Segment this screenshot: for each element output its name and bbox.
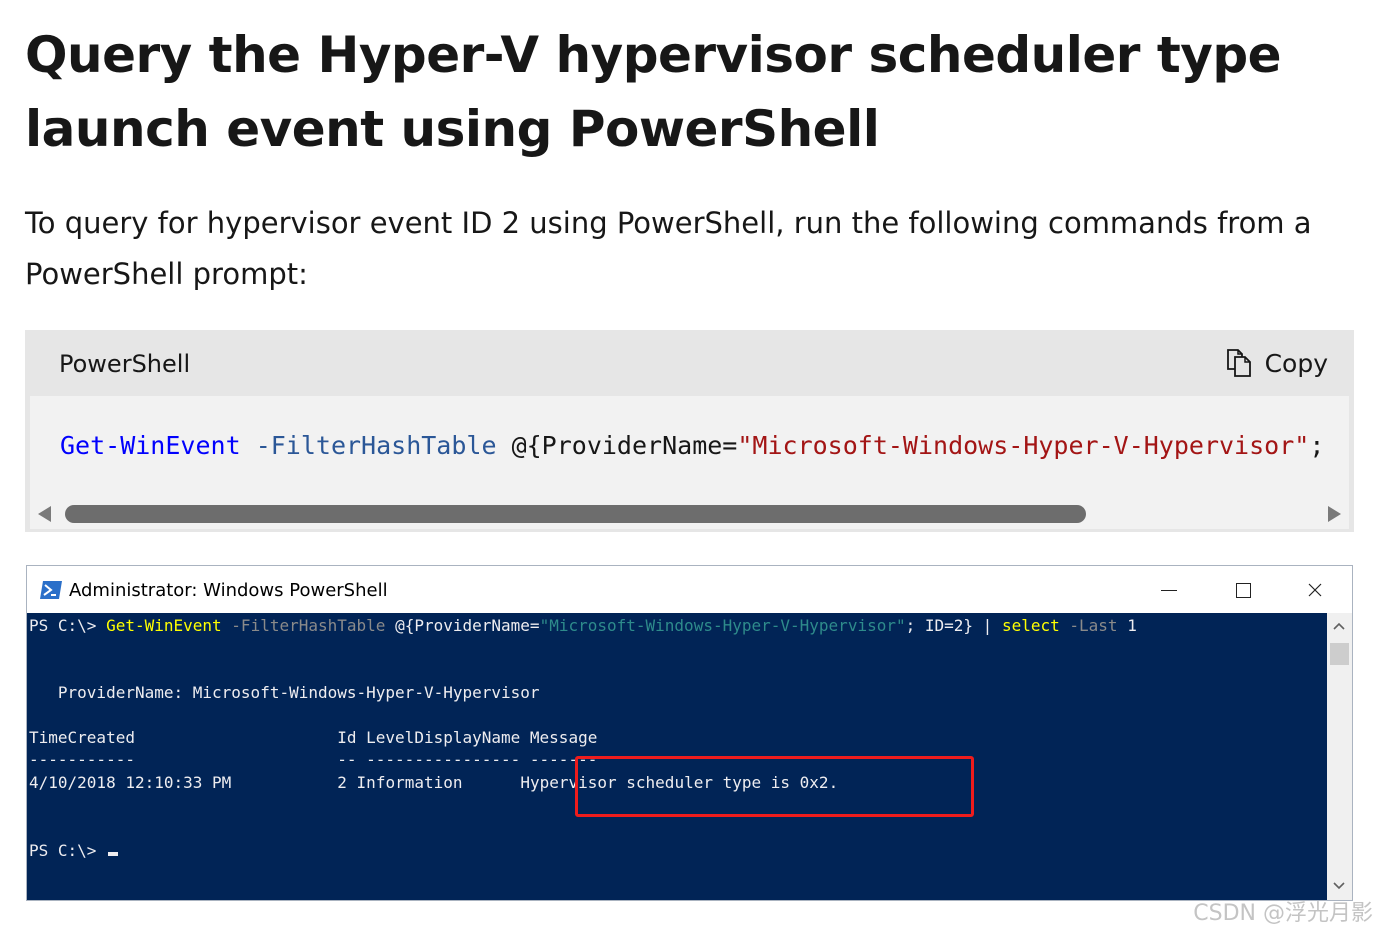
console-command-line: PS C:\> Get-WinEvent -FilterHashTable @{… [29, 616, 1137, 636]
scroll-left-arrow-icon[interactable] [38, 506, 51, 522]
code-token-tail: ; [1309, 431, 1325, 460]
scrollbar-thumb[interactable] [65, 505, 1086, 523]
console-provider-line: ProviderName: Microsoft-Windows-Hyper-V-… [29, 683, 540, 702]
close-button[interactable] [1295, 570, 1335, 610]
copy-label: Copy [1264, 348, 1328, 378]
highlight-annotation-box [575, 756, 974, 817]
code-token-hashtable: @{ProviderName= [511, 431, 738, 460]
copy-icon [1226, 349, 1251, 377]
code-language-label: PowerShell [59, 350, 191, 378]
powershell-window: Administrator: Windows PowerShell PS C:\… [26, 565, 1353, 901]
code-token-param: -FilterHashTable [255, 431, 497, 460]
code-block: PowerShell Copy Get-WinEvent -FilterHash… [25, 330, 1354, 532]
code-token-string: "Microsoft-Windows-Hyper-V-Hypervisor" [737, 431, 1310, 460]
console-cmdlet: Get-WinEvent [106, 616, 222, 635]
intro-paragraph: To query for hypervisor event ID 2 using… [25, 206, 1312, 291]
code-header: PowerShell Copy [25, 330, 1354, 396]
scroll-down-arrow-icon[interactable] [1333, 879, 1345, 891]
row-id: 2 [337, 773, 347, 792]
maximize-icon [1235, 582, 1251, 598]
console-prompt: PS C:\> [29, 616, 107, 635]
page-title: Query the Hyper-V hypervisor scheduler t… [25, 26, 1282, 158]
copy-button[interactable]: Copy [1225, 346, 1328, 380]
console-table-header: TimeCreated Id LevelDisplayName Message [29, 728, 598, 747]
scroll-right-arrow-icon[interactable] [1328, 506, 1341, 522]
powershell-icon [40, 581, 62, 599]
row-level: Information [356, 773, 463, 792]
console-param: -FilterHashTable [231, 616, 386, 635]
code-line: Get-WinEvent -FilterHashTable @{Provider… [60, 429, 1324, 463]
window-titlebar[interactable]: Administrator: Windows PowerShell [27, 566, 1352, 613]
console-final-prompt-line: PS C:\> [29, 841, 119, 861]
code-token-cmdlet: Get-WinEvent [60, 431, 241, 460]
vertical-scrollbar-thumb[interactable] [1330, 643, 1349, 665]
horizontal-scrollbar[interactable] [30, 499, 1349, 529]
minimize-icon [1161, 589, 1177, 591]
console-id-pipe: ; ID=2} | [905, 616, 1002, 635]
console-hashtable: @{ProviderName= [395, 616, 540, 635]
console-last-arg: 1 [1127, 616, 1137, 635]
close-icon [1308, 583, 1322, 597]
maximize-button[interactable] [1223, 570, 1263, 610]
scroll-up-arrow-icon[interactable] [1333, 621, 1345, 633]
window-title: Administrator: Windows PowerShell [69, 580, 388, 601]
row-time: 4/10/2018 12:10:33 PM [29, 773, 232, 792]
console-table-rule: ----------- -- ---------------- ------- [29, 750, 598, 769]
console-string: "Microsoft-Windows-Hyper-V-Hypervisor" [539, 616, 906, 635]
console-last-param: -Last [1069, 616, 1118, 635]
code-area[interactable]: Get-WinEvent -FilterHashTable @{Provider… [30, 396, 1349, 499]
watermark: CSDN @浮光月影 [1193, 901, 1373, 926]
vertical-scrollbar[interactable] [1327, 613, 1352, 900]
console-final-prompt: PS C:\> [29, 841, 107, 860]
console-select: select [1001, 616, 1060, 635]
console-cursor [108, 852, 119, 856]
minimize-button[interactable] [1149, 570, 1189, 610]
